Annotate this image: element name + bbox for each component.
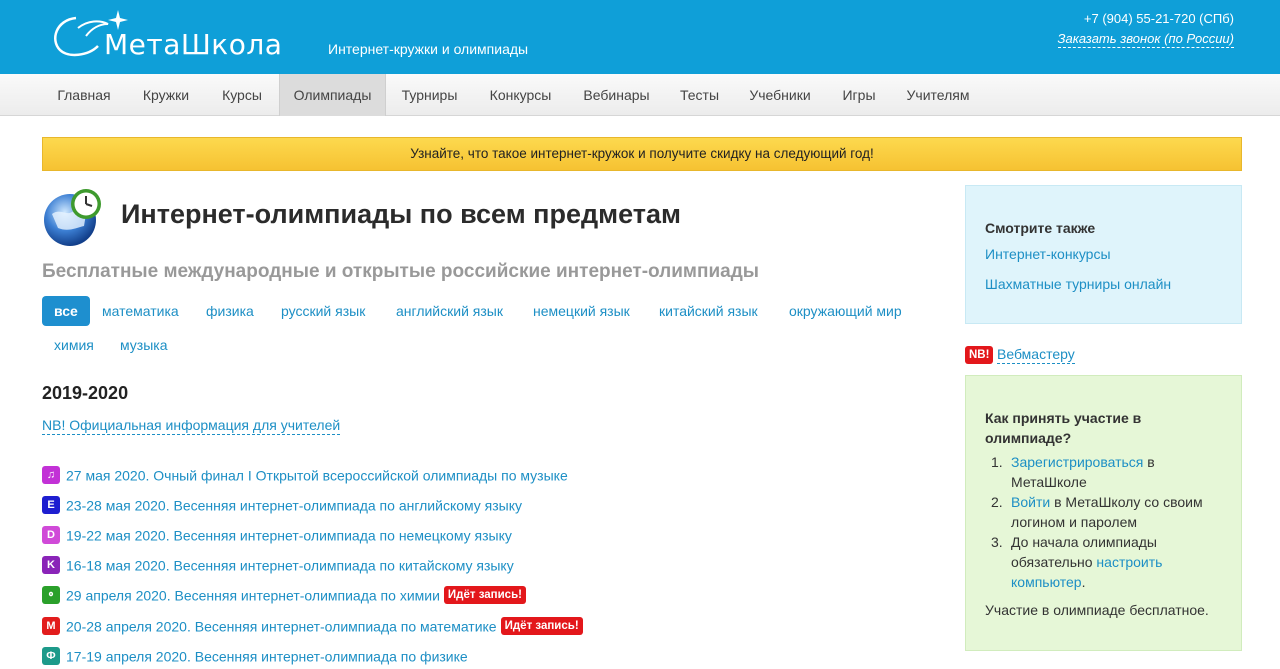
filter-math[interactable]: математика (102, 296, 179, 326)
howto-title: Как принять участие в олимпиаде? (985, 410, 1142, 446)
step-number: 3. (991, 534, 1003, 550)
webmaster-link[interactable]: Вебмастеру (997, 346, 1075, 364)
chemistry-icon: ⚬ (42, 586, 60, 605)
filter-music[interactable]: музыка (120, 330, 167, 360)
event-text[interactable]: 29 апреля 2020. Весенняя интернет-олимпи… (66, 587, 440, 603)
step-item: 3. До начала олимпиады обязательно настр… (986, 532, 1226, 592)
math-m-icon: M (42, 617, 60, 636)
nav-item-olympiads[interactable]: Олимпиады (279, 74, 386, 116)
event-math[interactable]: M 20-28 апреля 2020. Весенняя интернет-ол… (42, 617, 583, 637)
step-item: 1. Зарегистрироваться в МетаШколе (986, 452, 1226, 492)
filter-english[interactable]: английский язык (396, 296, 503, 326)
step-number: 1. (991, 454, 1003, 470)
physics-f-icon: Ф (42, 647, 60, 666)
nav-item-textbooks[interactable]: Учебники (734, 74, 826, 116)
event-text[interactable]: 16-18 мая 2020. Весенняя интернет-олимпи… (66, 557, 514, 573)
event-text[interactable]: 17-19 апреля 2020. Весенняя интернет-оли… (66, 648, 468, 664)
german-d-icon: D (42, 526, 60, 545)
filter-chinese[interactable]: китайский язык (659, 296, 758, 326)
year-heading: 2019-2020 (42, 383, 129, 403)
site-header: МетаШкола Интернет-кружки и олимпиады +7… (0, 0, 1280, 74)
page-subtitle: Бесплатные международные и открытые росс… (42, 261, 759, 282)
event-text[interactable]: 27 мая 2020. Очный финал I Открытой всер… (66, 467, 568, 483)
event-music-final[interactable]: ♫ 27 мая 2020. Очный финал I Открытой все… (42, 466, 568, 486)
promo-banner[interactable]: Узнайте, что такое интернет-кружок и пол… (42, 137, 1242, 171)
tagline: Интернет-кружки и олимпиады (328, 41, 529, 57)
event-english[interactable]: E 23-28 мая 2020. Весенняя интернет-олимп… (42, 496, 522, 516)
step-text-end: . (1081, 574, 1086, 590)
page-title: Интернет-олимпиады по всем предметам (121, 199, 681, 229)
event-text[interactable]: 23-28 мая 2020. Весенняя интернет-олимпи… (66, 497, 522, 513)
logo-text[interactable]: МетаШкола (104, 28, 282, 61)
event-text[interactable]: 20-28 апреля 2020. Весенняя интернет-оли… (66, 618, 497, 634)
see-also-title: Смотрите также (985, 220, 1096, 236)
see-also-box: Смотрите также Интернет-конкурсы Шахматн… (965, 185, 1242, 324)
nav-item-tests[interactable]: Тесты (665, 74, 734, 116)
internet-contests-link[interactable]: Интернет-конкурсы (985, 246, 1111, 262)
filter-physics[interactable]: физика (206, 296, 254, 326)
registration-open-badge: Идёт запись! (500, 617, 583, 636)
nav-item-circles[interactable]: Кружки (126, 74, 206, 116)
chinese-k-icon: K (42, 556, 60, 575)
teachers-info-link[interactable]: NB! Официальная информация для учителей (42, 417, 341, 435)
main-nav: Главная Кружки Курсы Олимпиады Турниры К… (0, 74, 1280, 116)
filter-world[interactable]: окружающий мир (789, 296, 902, 326)
nav-item-teachers[interactable]: Учителям (892, 74, 984, 116)
event-chinese[interactable]: K 16-18 мая 2020. Весенняя интернет-олимп… (42, 556, 514, 576)
filter-russian[interactable]: русский язык (281, 296, 365, 326)
filter-chemistry[interactable]: химия (54, 330, 94, 360)
music-note-icon: ♫ (42, 466, 60, 485)
nb-badge: NB! (965, 346, 994, 364)
nav-item-home[interactable]: Главная (42, 74, 126, 116)
login-link[interactable]: Войти (1011, 494, 1050, 510)
event-chemistry[interactable]: ⚬ 29 апреля 2020. Весенняя интернет-олимп… (42, 586, 526, 606)
howto-box: Как принять участие в олимпиаде? 1. Заре… (965, 375, 1242, 651)
nav-item-games[interactable]: Игры (826, 74, 892, 116)
registration-open-badge: Идёт запись! (443, 586, 526, 605)
nav-item-contests[interactable]: Конкурсы (473, 74, 568, 116)
nav-item-tournaments[interactable]: Турниры (386, 74, 473, 116)
free-participation-note: Участие в олимпиаде бесплатное. (985, 602, 1209, 618)
globe-clock-icon (42, 186, 104, 248)
nav-item-webinars[interactable]: Вебинары (568, 74, 665, 116)
event-text[interactable]: 19-22 мая 2020. Весенняя интернет-олимпи… (66, 527, 512, 543)
english-e-icon: E (42, 496, 60, 515)
chess-tournaments-link[interactable]: Шахматные турниры онлайн (985, 276, 1171, 292)
event-german[interactable]: D 19-22 мая 2020. Весенняя интернет-олимп… (42, 526, 512, 546)
filter-german[interactable]: немецкий язык (533, 296, 630, 326)
steps-list: 1. Зарегистрироваться в МетаШколе 2. Вой… (986, 452, 1226, 592)
filter-all[interactable]: все (42, 296, 90, 326)
phone-number: +7 (904) 55-21-720 (СПб) (1083, 11, 1234, 26)
register-link[interactable]: Зарегистрироваться (1011, 454, 1143, 470)
step-item: 2. Войти в МетаШколу со своим логином и … (986, 492, 1226, 532)
nav-item-courses[interactable]: Курсы (206, 74, 278, 116)
step-number: 2. (991, 494, 1003, 510)
event-physics[interactable]: Ф 17-19 апреля 2020. Весенняя интернет-ол… (42, 647, 468, 667)
callback-link[interactable]: Заказать звонок (по России) (1057, 31, 1234, 48)
